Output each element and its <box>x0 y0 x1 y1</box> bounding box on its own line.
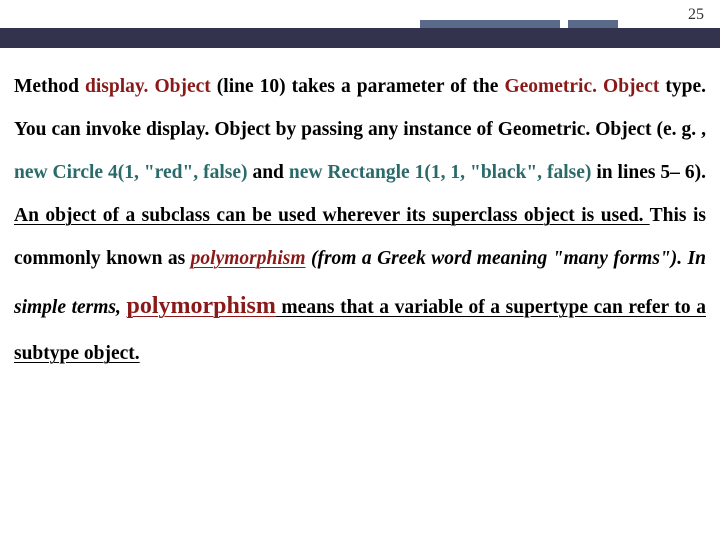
code-new-rectangle: new Rectangle 1(1, 1, "black", false) <box>289 162 592 183</box>
term-polymorphism: polymorphism <box>191 248 306 269</box>
text-run: Method <box>14 76 85 97</box>
header-accent-1 <box>420 20 560 28</box>
header-accent-2 <box>568 20 618 28</box>
text-run: in lines 5– 6). <box>591 162 706 183</box>
term-polymorphism-large: polymorphism <box>126 293 275 319</box>
underlined-subclass-rule: An object of a subclass can be used wher… <box>14 205 650 226</box>
text-run: and <box>248 162 289 183</box>
code-new-circle: new Circle 4(1, "red", false) <box>14 162 248 183</box>
code-geometric-object: Geometric. Object <box>504 76 659 97</box>
code-display-object: display. Object <box>85 76 211 97</box>
slide-body: Method display. Object (line 10) takes a… <box>0 48 720 376</box>
text-run: (line 10) takes a parameter of the <box>211 76 505 97</box>
header-band <box>0 28 720 48</box>
page-number: 25 <box>688 6 704 24</box>
slide-header: 25 <box>0 0 720 48</box>
